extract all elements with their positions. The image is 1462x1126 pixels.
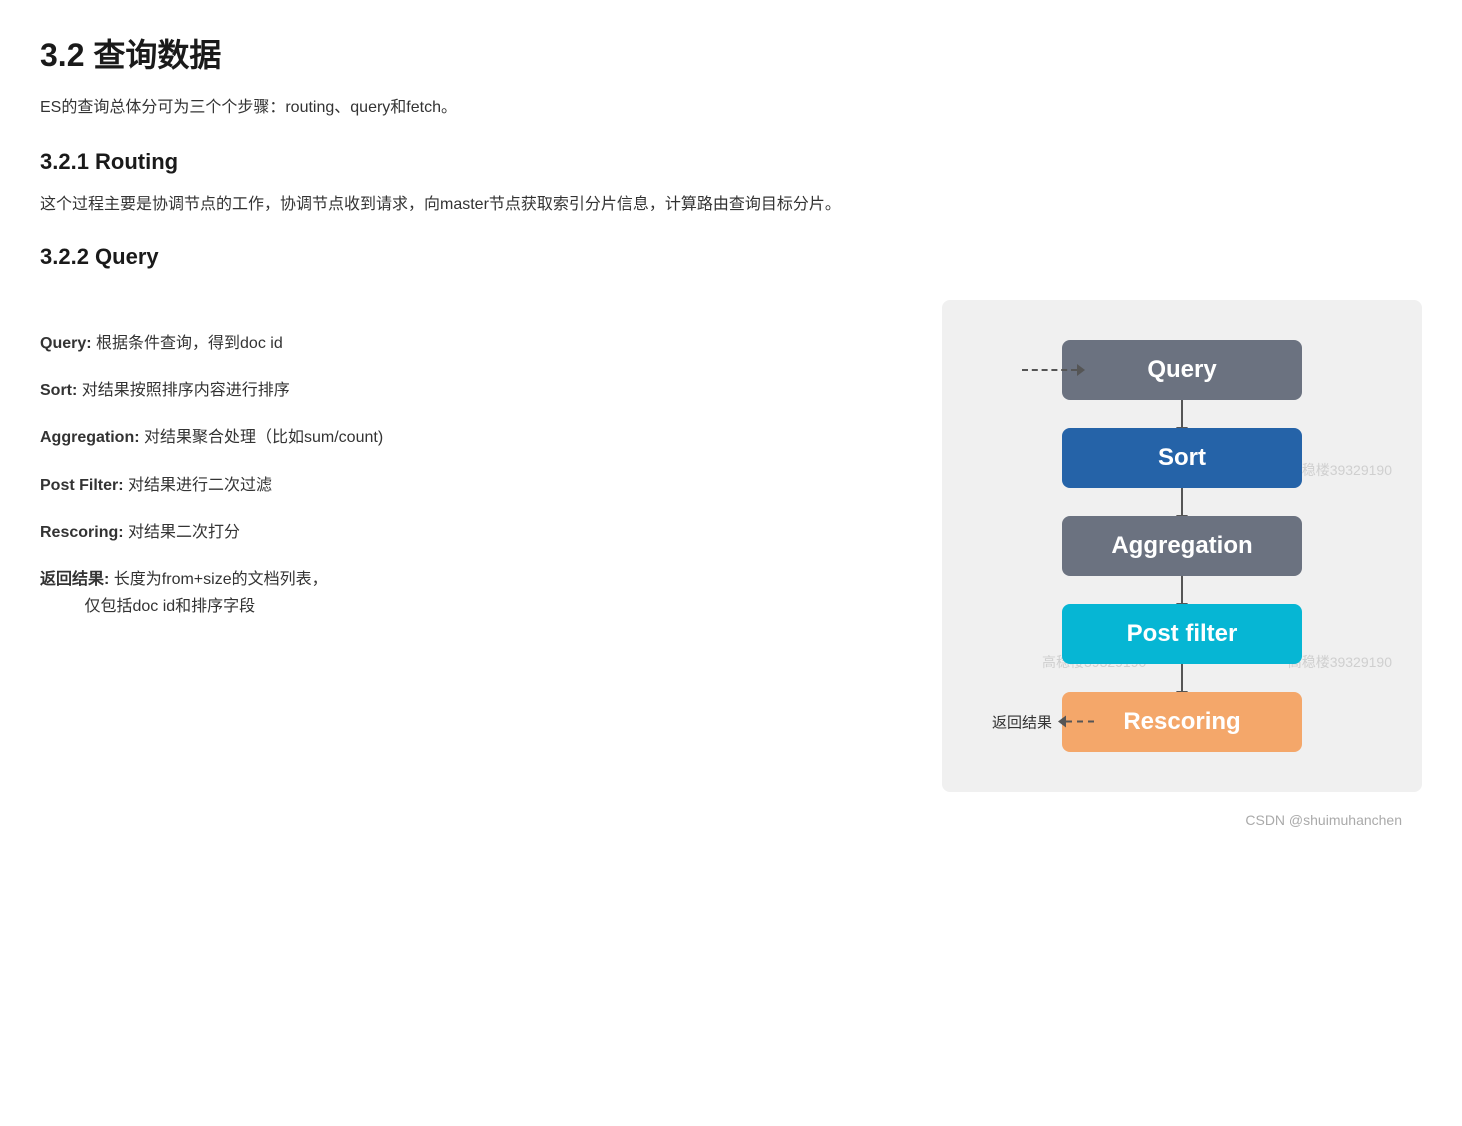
aggregation-box: Aggregation [1062, 516, 1302, 576]
rescoring-row: 返回结果 Rescoring [992, 692, 1372, 752]
post-filter-row: Post filter [992, 604, 1372, 664]
footer-credit: CSDN @shuimuhanchen [40, 812, 1422, 828]
list-item-return: 返回结果: 长度为from+size的文档列表， 仅包括doc id和排序字段 [40, 566, 902, 620]
item-key-post-filter: Post Filter: [40, 477, 124, 494]
item-val-sort: 对结果按照排序内容进行排序 [82, 382, 290, 399]
diagram-container: Query Sort Aggregation [992, 340, 1372, 752]
sort-row: Sort [992, 428, 1372, 488]
item-val-post-filter: 对结果进行二次过滤 [128, 477, 272, 494]
list-item-query: Query: 根据条件查询，得到doc id [40, 330, 902, 357]
list-item-rescoring: Rescoring: 对结果二次打分 [40, 519, 902, 546]
query-arrow [1022, 364, 1085, 376]
diagram-panel: 高稳楼39329190 高稳楼39329190 高稳楼39329190 高稳楼3… [942, 300, 1422, 792]
return-label: 返回结果 [992, 711, 1052, 732]
list-item-post-filter: Post Filter: 对结果进行二次过滤 [40, 472, 902, 499]
item-key-sort: Sort: [40, 382, 77, 399]
arrow-pf-r [1181, 664, 1183, 692]
item-val-rescoring: 对结果二次打分 [128, 524, 240, 541]
item-key-rescoring: Rescoring: [40, 524, 124, 541]
query-title: 3.2.2 Query [40, 244, 1422, 270]
item-key-aggregation: Aggregation: [40, 429, 140, 446]
routing-text: 这个过程主要是协调节点的工作，协调节点收到请求，向master节点获取索引分片信… [40, 191, 1422, 220]
query-row: Query [992, 340, 1372, 400]
aggregation-row: Aggregation [992, 516, 1372, 576]
arrow-a-pf [1181, 576, 1183, 604]
list-item-sort: Sort: 对结果按照排序内容进行排序 [40, 377, 902, 404]
intro-text: ES的查询总体分可为三个个步骤：routing、query和fetch。 [40, 94, 1422, 121]
content-area: Query: 根据条件查询，得到doc id Sort: 对结果按照排序内容进行… [40, 300, 1422, 792]
return-arrow-group: 返回结果 [992, 711, 1094, 732]
list-item-aggregation: Aggregation: 对结果聚合处理（比如sum/count) [40, 424, 902, 451]
item-key-query: Query: [40, 335, 92, 352]
routing-title: 3.2.1 Routing [40, 149, 1422, 175]
arrow-s-a [1181, 488, 1183, 516]
main-title: 3.2 查询数据 [40, 30, 1422, 76]
arrow-q-s [1181, 400, 1183, 428]
rescoring-box: Rescoring [1062, 692, 1302, 752]
item-key-return: 返回结果: [40, 571, 109, 588]
item-val-aggregation: 对结果聚合处理（比如sum/count) [144, 429, 383, 446]
item-val-query: 根据条件查询，得到doc id [96, 335, 283, 352]
sort-box: Sort [1062, 428, 1302, 488]
post-filter-box: Post filter [1062, 604, 1302, 664]
left-panel: Query: 根据条件查询，得到doc id Sort: 对结果按照排序内容进行… [40, 300, 902, 640]
query-box: Query [1062, 340, 1302, 400]
